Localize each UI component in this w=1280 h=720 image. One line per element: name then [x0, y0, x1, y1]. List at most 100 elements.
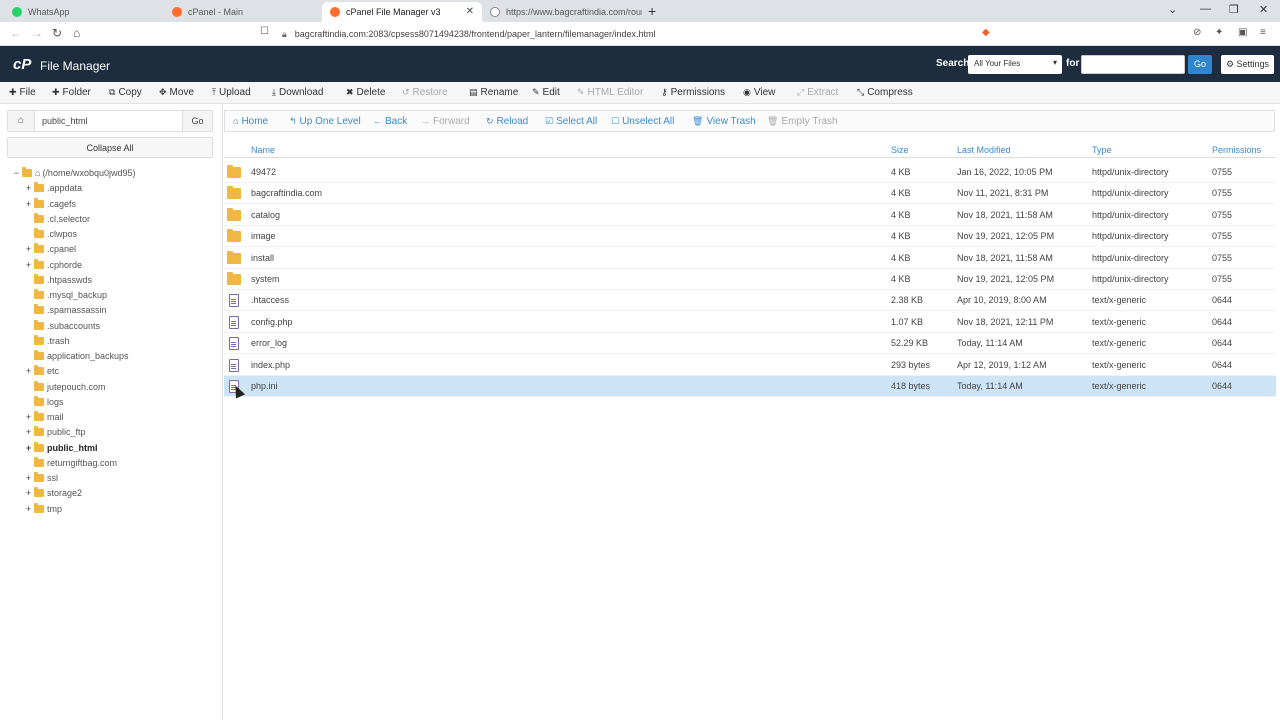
back-icon[interactable]: ← — [10, 26, 22, 40]
path-input[interactable]: public_html — [42, 116, 88, 126]
tree-item[interactable]: application_backups — [24, 349, 129, 363]
tree-item[interactable]: jutepouch.com — [24, 380, 106, 394]
column-size[interactable]: Size — [891, 145, 909, 155]
home-icon[interactable]: ⌂ — [8, 111, 35, 131]
tree-item[interactable]: .trash — [24, 334, 70, 348]
restore-button[interactable]: ↺ Restore — [402, 87, 448, 98]
tree-item[interactable]: .subaccounts — [24, 319, 100, 333]
select-all-button[interactable]: ☑ Select All — [545, 116, 597, 127]
copy-button[interactable]: ⧉ Copy — [109, 87, 142, 98]
path-go-button[interactable]: Go — [182, 111, 212, 131]
brave-shield-icon[interactable]: ◆ — [982, 27, 990, 38]
table-row[interactable]: system 4 KB Nov 19, 2021, 12:05 PM httpd/un… — [224, 269, 1276, 290]
search-scope-select[interactable]: All Your Files ▾ — [968, 55, 1062, 74]
tree-item[interactable]: .spamassassin — [24, 303, 107, 317]
new-file-button[interactable]: ✚ File — [9, 87, 36, 98]
url-field[interactable]: 🔒︎ bagcraftindia.com:2083/cpsess80714942… — [282, 25, 974, 43]
rename-button[interactable]: ▤ Rename — [469, 87, 518, 98]
tree-item[interactable]: + .cpanel — [24, 242, 76, 256]
new-folder-button[interactable]: ✚ Folder — [52, 87, 91, 98]
back-button[interactable]: ← Back — [373, 116, 407, 127]
unselect-all-button[interactable]: ☐ Unselect All — [611, 116, 674, 127]
settings-button[interactable]: ⚙ Settings — [1221, 55, 1274, 74]
table-row[interactable]: config.php 1.07 KB Nov 18, 2021, 12:11 PM t… — [224, 312, 1276, 333]
tree-item[interactable]: + public_html — [24, 441, 98, 455]
tree-item[interactable]: .clwpos — [24, 227, 77, 241]
view-button[interactable]: ◉ View — [743, 87, 775, 98]
table-row[interactable]: install 4 KB Nov 18, 2021, 11:58 AM httpd/u… — [224, 248, 1276, 269]
home-icon[interactable]: ⌂ — [73, 26, 80, 40]
tree-item[interactable]: .cl.selector — [24, 212, 90, 226]
collapse-all-button[interactable]: Collapse All — [7, 137, 213, 158]
plus-icon[interactable]: + — [24, 443, 33, 453]
table-row[interactable]: image 4 KB Nov 19, 2021, 12:05 PM httpd/uni… — [224, 226, 1276, 248]
minimize-icon[interactable]: — — [1200, 3, 1211, 15]
close-window-icon[interactable]: ✕ — [1259, 3, 1268, 16]
table-row[interactable]: index.php 293 bytes Apr 12, 2019, 1:12 AM t… — [224, 355, 1276, 376]
tree-item[interactable]: + .cagefs — [24, 197, 76, 211]
new-tab-icon[interactable]: + — [648, 3, 656, 19]
tab-whatsapp[interactable]: WhatsApp — [4, 2, 162, 22]
up-one-level-button[interactable]: ↰ Up One Level — [289, 116, 361, 127]
table-row[interactable]: bagcraftindia.com 4 KB Nov 11, 2021, 8:31 … — [224, 183, 1276, 205]
empty-trash-button[interactable]: 🗑︎ Empty Trash — [767, 116, 838, 127]
column-name[interactable]: Name — [251, 145, 275, 155]
plus-icon[interactable]: + — [24, 183, 33, 193]
tree-root[interactable]: − ⌂ (/home/wxobqu0jwd95) — [12, 166, 136, 180]
table-row[interactable]: error_log 52.29 KB Today, 11:14 AM text/x-g… — [224, 333, 1276, 355]
search-input[interactable] — [1081, 55, 1185, 74]
tree-item[interactable]: + tmp — [24, 502, 62, 516]
minus-icon[interactable]: − — [12, 168, 21, 178]
column-type[interactable]: Type — [1092, 145, 1112, 155]
tab-file-manager[interactable]: cPanel File Manager v3 ✕ — [322, 2, 482, 22]
plus-icon[interactable]: + — [24, 427, 33, 437]
plus-icon[interactable]: + — [24, 488, 33, 498]
tree-item[interactable]: logs — [24, 395, 64, 409]
reload-icon[interactable]: ↻ — [52, 26, 62, 40]
restore-icon[interactable]: ❐ — [1229, 3, 1239, 16]
permissions-button[interactable]: ⚷ Permissions — [661, 87, 725, 98]
block-icon[interactable]: ⊘ — [1193, 27, 1201, 38]
plus-icon[interactable]: + — [24, 244, 33, 254]
tab-cpanel-main[interactable]: cPanel - Main — [164, 2, 322, 22]
upload-button[interactable]: ⤒ Upload — [212, 87, 251, 98]
move-button[interactable]: ✥ Move — [159, 87, 194, 98]
wallet-icon[interactable]: ▣ — [1238, 27, 1247, 38]
tree-item[interactable]: + ssl — [24, 471, 58, 485]
column-permissions[interactable]: Permissions — [1212, 145, 1261, 155]
table-row[interactable]: 49472 4 KB Jan 16, 2022, 10:05 PM httpd/uni… — [224, 162, 1276, 183]
download-button[interactable]: ⤓ Download — [272, 87, 323, 98]
search-go-button[interactable]: Go — [1188, 55, 1212, 74]
compress-button[interactable]: ⤡ Compress — [857, 87, 913, 98]
extract-button[interactable]: ⤢ Extract — [797, 87, 838, 98]
column-last-modified[interactable]: Last Modified — [957, 145, 1011, 155]
tree-item[interactable]: + storage2 — [24, 486, 82, 500]
table-row[interactable]: catalog 4 KB Nov 18, 2021, 11:58 AM httpd/u… — [224, 205, 1276, 226]
close-tab-icon[interactable]: ✕ — [466, 6, 474, 17]
tab-search-icon[interactable]: ⌄ — [1168, 3, 1177, 16]
tree-item[interactable]: + public_ftp — [24, 425, 86, 439]
plus-icon[interactable]: + — [24, 473, 33, 483]
table-row[interactable]: php.ini 418 bytes Today, 11:14 AM text/x-ge… — [224, 376, 1276, 397]
bookmark-icon[interactable]: ☐ — [260, 26, 269, 37]
delete-button[interactable]: ✖ Delete — [346, 87, 385, 98]
forward-icon[interactable]: → — [31, 26, 43, 40]
forward-button[interactable]: → Forward — [421, 116, 470, 127]
table-row[interactable]: .htaccess 2.38 KB Apr 10, 2019, 8:00 AM tex… — [224, 290, 1276, 312]
plus-icon[interactable]: + — [24, 412, 33, 422]
plus-icon[interactable]: + — [24, 260, 33, 270]
tree-item[interactable]: returngiftbag.com — [24, 456, 117, 470]
html-editor-button[interactable]: ✎ HTML Editor — [577, 87, 643, 98]
plus-icon[interactable]: + — [24, 366, 33, 376]
nav-home-button[interactable]: ⌂ Home — [233, 116, 268, 127]
reload-button[interactable]: ↻ Reload — [486, 116, 528, 127]
tree-item[interactable]: .mysql_backup — [24, 288, 107, 302]
tree-item[interactable]: + .cphorde — [24, 258, 82, 272]
extensions-icon[interactable]: ✦ — [1215, 27, 1223, 38]
tree-item[interactable]: + mail — [24, 410, 64, 424]
edit-button[interactable]: ✎ Edit — [532, 87, 560, 98]
tree-item[interactable]: .htpasswds — [24, 273, 92, 287]
plus-icon[interactable]: + — [24, 504, 33, 514]
view-trash-button[interactable]: 🗑︎ View Trash — [692, 116, 756, 127]
tab-bagcraft[interactable]: https://www.bagcraftindia.com/round — [482, 2, 642, 22]
